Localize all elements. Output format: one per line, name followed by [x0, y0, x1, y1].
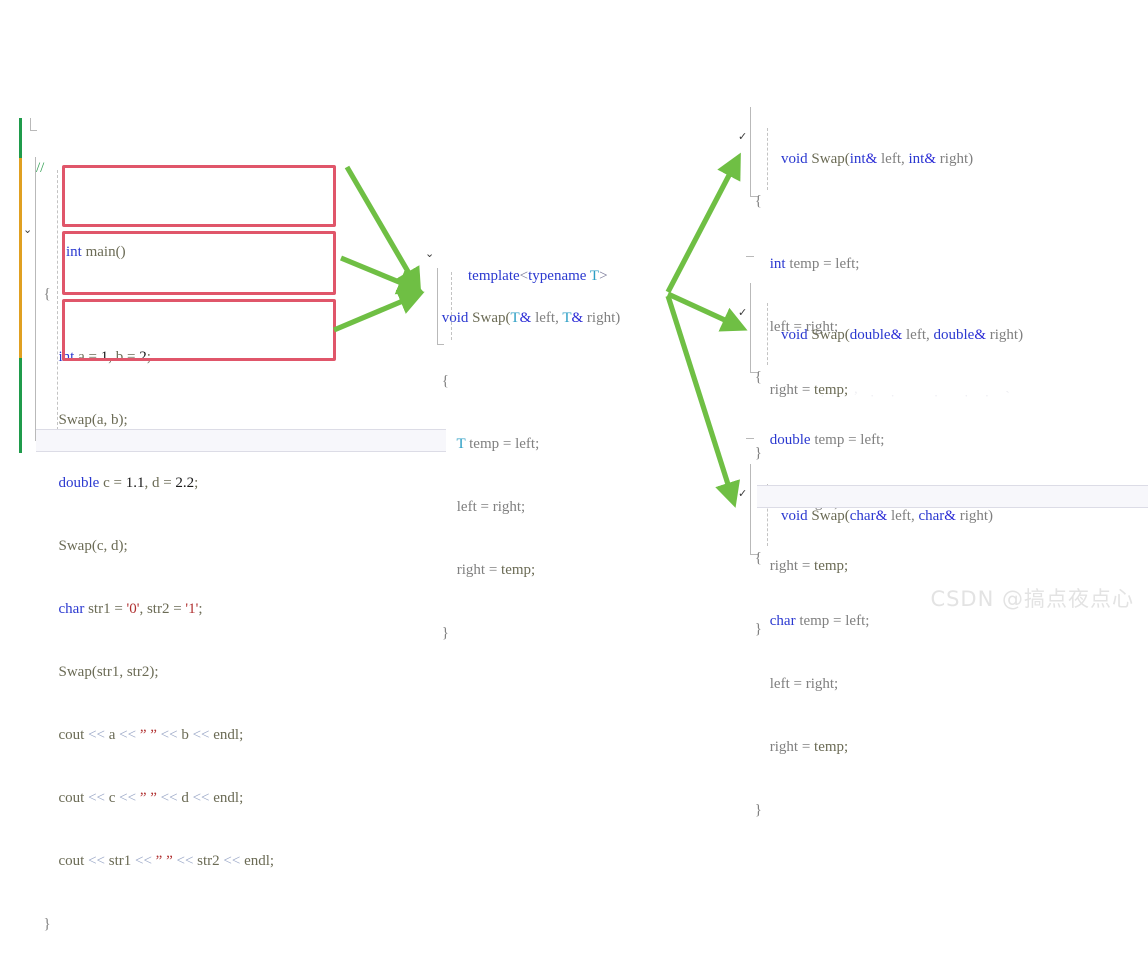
- double-fold-top: [746, 256, 754, 257]
- line-swap-double: Swap(c, d);: [58, 538, 128, 554]
- changebar-orange: [19, 158, 22, 358]
- line-int-signature: ✓ void Swap(int& left, int& right): [738, 130, 974, 167]
- line-char-decl: char str1 = '0', str2 = '1';: [58, 601, 203, 617]
- line-cout-ab: cout << a << ” ” << b << endl;: [58, 727, 244, 743]
- line-char-signature: ✓ void Swap(char& left, char& right): [738, 487, 994, 524]
- line-char-left-assign: left = right;: [751, 676, 839, 692]
- ghost-artifact-line: · ’ · · · · · `: [820, 388, 1010, 403]
- line-cout-str: cout << str1 << ” ” << str2 << endl;: [58, 853, 275, 869]
- line-template-head: ⌄ template<typename T>: [425, 247, 608, 284]
- line-template-temp-decl: T temp = left;: [456, 436, 540, 452]
- redbox-int-call: [62, 165, 336, 227]
- chevron-down-icon[interactable]: ⌄: [23, 224, 35, 236]
- changebar-green-top: [19, 118, 22, 158]
- line-swap-int: Swap(a, b);: [58, 412, 128, 428]
- changebar-green-bottom: [19, 358, 22, 453]
- check-icon-char[interactable]: ✓: [738, 488, 750, 500]
- line-char-open-brace: {: [751, 550, 762, 566]
- chevron-down-icon-template[interactable]: ⌄: [425, 248, 437, 260]
- line-char-close-brace: }: [751, 802, 762, 818]
- check-icon-double[interactable]: ✓: [738, 307, 750, 319]
- line-double-open-brace: {: [751, 369, 762, 385]
- line-cout-cd: cout << c << ” ” << d << endl;: [58, 790, 244, 806]
- line-template-right-assign: right = temp;: [438, 562, 536, 578]
- check-icon-int[interactable]: ✓: [738, 131, 750, 143]
- main-fold-bar: [30, 118, 31, 130]
- line-close-brace: }: [36, 916, 51, 932]
- line-template-left-assign: left = right;: [438, 499, 526, 515]
- line-template-signature: void Swap(T& left, T& right): [441, 310, 621, 326]
- char-fold-top: [746, 438, 754, 439]
- redbox-char-call: [62, 299, 336, 361]
- line-swap-char: Swap(str1, str2);: [58, 664, 159, 680]
- diagram-canvas: // ⌄ int main() { int a = 1, b = 2; Swap(…: [0, 0, 1148, 932]
- line-int-open-brace: {: [751, 193, 762, 209]
- line-char-temp-decl: char temp = left;: [769, 613, 870, 629]
- line-double-signature: ✓ void Swap(double& left, double& right): [738, 306, 1024, 343]
- line-char-right-assign: right = temp;: [751, 739, 849, 755]
- redbox-double-call: [62, 231, 336, 295]
- line-double-decl: double c = 1.1, d = 2.2;: [58, 475, 199, 491]
- csdn-watermark: CSDN @搞点夜点心: [930, 587, 1134, 611]
- line-template-close-brace: }: [438, 625, 449, 641]
- line-template-open-brace: {: [438, 373, 449, 389]
